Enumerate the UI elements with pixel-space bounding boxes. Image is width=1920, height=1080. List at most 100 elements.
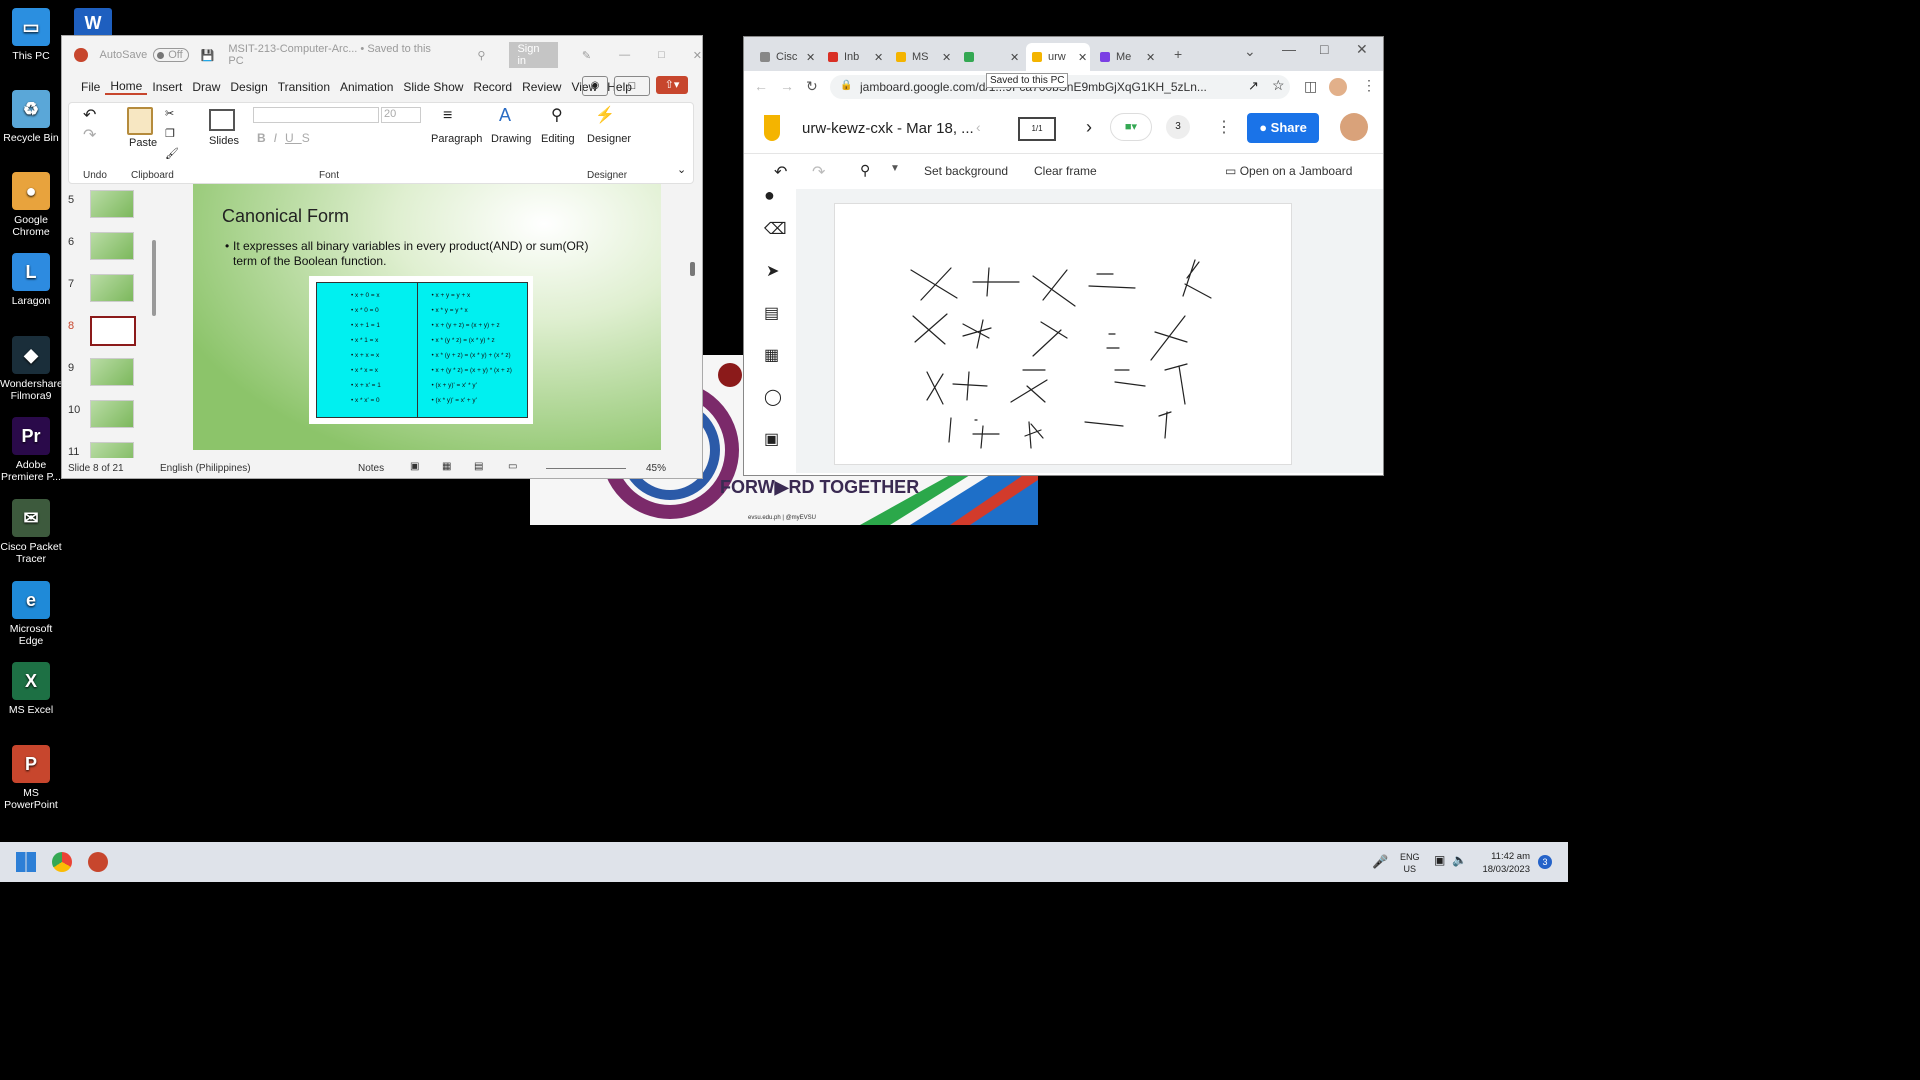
- paragraph-icon[interactable]: ≡: [443, 107, 452, 125]
- undo-icon[interactable]: ↶: [83, 105, 96, 125]
- pen-tool-icon[interactable]: ●: [764, 185, 775, 206]
- desktop-icon[interactable]: Pr Adobe Premiere P...: [0, 417, 62, 483]
- notification-badge[interactable]: 3: [1538, 855, 1552, 869]
- desktop-icon[interactable]: ● Google Chrome: [0, 172, 62, 238]
- zoom-icon[interactable]: ⚲: [860, 162, 870, 179]
- open-jamboard-button[interactable]: ▭ Open on a Jamboard: [1225, 164, 1352, 178]
- ribbon-tab[interactable]: Design: [225, 80, 272, 94]
- paste-icon[interactable]: [127, 107, 153, 135]
- share-button[interactable]: ● Share: [1247, 113, 1319, 143]
- zoom-dropdown-icon[interactable]: ▼: [890, 163, 900, 174]
- desktop-icon[interactable]: P MS PowerPoint: [0, 745, 62, 811]
- chrome-maximize-icon[interactable]: □: [1320, 41, 1328, 57]
- desktop-icon[interactable]: X MS Excel: [0, 662, 62, 716]
- drawing-button[interactable]: Drawing: [491, 133, 531, 145]
- ribbon-tab[interactable]: Insert: [147, 80, 187, 94]
- tab-close-icon[interactable]: ✕: [806, 51, 815, 64]
- record-icon[interactable]: ◉: [582, 76, 608, 96]
- copy-icon[interactable]: ❐: [165, 127, 175, 140]
- select-tool-icon[interactable]: ➤: [766, 261, 779, 281]
- slide-thumbnail[interactable]: [90, 232, 134, 260]
- side-panel-icon[interactable]: ◫: [1304, 78, 1317, 95]
- normal-view-icon[interactable]: ▣: [410, 461, 419, 472]
- format-painter-icon[interactable]: 🖌: [165, 147, 179, 160]
- ribbon-tab[interactable]: Slide Show: [398, 80, 468, 94]
- slide-canvas[interactable]: Canonical Form • It expresses all binary…: [193, 184, 661, 450]
- start-icon[interactable]: [16, 852, 36, 872]
- search-icon[interactable]: ⚲: [477, 49, 485, 62]
- undo-jam-icon[interactable]: ↶: [774, 162, 787, 182]
- desktop-icon[interactable]: L Laragon: [0, 253, 62, 307]
- slide-thumbnail[interactable]: [90, 316, 136, 346]
- file-title[interactable]: MSIT-213-Computer-Arc... • Saved to this…: [228, 43, 441, 67]
- ribbon-tab[interactable]: Review: [517, 80, 566, 94]
- designer-icon[interactable]: ⚡: [595, 105, 615, 125]
- word-desktop-icon[interactable]: W: [74, 8, 112, 38]
- text-box-icon[interactable]: ▣: [764, 429, 779, 449]
- slideshow-view-icon[interactable]: ▭: [508, 461, 517, 472]
- reading-view-icon[interactable]: ▤: [474, 461, 483, 472]
- ribbon-tab[interactable]: Record: [468, 80, 517, 94]
- redo-jam-icon[interactable]: ↷: [812, 162, 825, 182]
- circle-tool-icon[interactable]: ◯: [764, 387, 782, 407]
- designer-button[interactable]: Designer: [587, 133, 631, 145]
- browser-tab[interactable]: MS ✕: [890, 43, 954, 71]
- meet-icon[interactable]: ■▾: [1110, 113, 1152, 141]
- zoom-slider[interactable]: [546, 468, 626, 469]
- chrome-close-icon[interactable]: ✕: [1356, 41, 1368, 58]
- jam-frame[interactable]: [834, 203, 1292, 465]
- participant-count[interactable]: 3: [1166, 115, 1190, 139]
- tab-close-icon[interactable]: ✕: [1146, 51, 1155, 64]
- jam-title[interactable]: urw-kewz-cxk - Mar 18, ...: [802, 120, 974, 137]
- share-page-icon[interactable]: ↗: [1248, 78, 1259, 94]
- ribbon-tab[interactable]: Draw: [187, 80, 225, 94]
- cut-icon[interactable]: ✂: [165, 107, 174, 120]
- frame-bar[interactable]: 1/1: [1018, 117, 1056, 141]
- slide-thumbnail[interactable]: [90, 274, 134, 302]
- tab-close-icon[interactable]: ✕: [874, 51, 883, 64]
- desktop-icon[interactable]: ▭ This PC: [0, 8, 62, 62]
- paragraph-button[interactable]: Paragraph: [431, 133, 482, 145]
- redo-icon[interactable]: ↷: [83, 125, 96, 145]
- editing-icon[interactable]: ⚲: [551, 105, 563, 125]
- ribbon-tab[interactable]: File: [76, 80, 105, 94]
- slide-thumbnail[interactable]: [90, 442, 134, 458]
- desktop-icon[interactable]: e Microsoft Edge: [0, 581, 62, 647]
- font-size-select[interactable]: 20: [381, 107, 421, 123]
- format-buttons[interactable]: BIUS: [257, 131, 318, 145]
- language-indicator[interactable]: ENG US: [1400, 851, 1420, 875]
- sorter-view-icon[interactable]: ▦: [442, 461, 451, 472]
- slide-thumbnail[interactable]: [90, 400, 134, 428]
- rules-table[interactable]: • x + 0 = x • x * 0 = 0 • x + 1 = 1 • x * 1…: [309, 276, 533, 424]
- close-icon[interactable]: ✕: [693, 49, 702, 62]
- tab-close-icon[interactable]: ✕: [1078, 51, 1087, 64]
- reload-icon[interactable]: ↻: [806, 78, 818, 95]
- sign-in-button[interactable]: Sign in: [509, 42, 558, 68]
- tab-close-icon[interactable]: ✕: [1010, 51, 1019, 64]
- next-frame-icon[interactable]: ›: [1086, 117, 1092, 138]
- slide-thumbnail[interactable]: [90, 358, 134, 386]
- sticky-note-icon[interactable]: ▤: [764, 303, 779, 323]
- tab-search-icon[interactable]: ⌄: [1244, 43, 1256, 60]
- zoom-level[interactable]: 45%: [646, 463, 666, 474]
- slides-button[interactable]: Slides: [209, 135, 239, 147]
- font-family-select[interactable]: [253, 107, 379, 123]
- forward-icon[interactable]: →: [780, 78, 794, 94]
- slide-thumbnail[interactable]: [90, 190, 134, 218]
- ribbon-tab[interactable]: Home: [105, 79, 148, 95]
- set-background-button[interactable]: Set background: [924, 164, 1008, 178]
- desktop-icon[interactable]: ♻ Recycle Bin: [0, 90, 62, 144]
- save-icon[interactable]: 💾: [201, 49, 215, 62]
- chrome-minimize-icon[interactable]: —: [1282, 41, 1296, 57]
- drawing-icon[interactable]: A: [499, 105, 511, 126]
- collapse-ribbon-icon[interactable]: ⌄: [677, 163, 686, 176]
- bookmark-star-icon[interactable]: ☆: [1272, 77, 1285, 94]
- slide-title[interactable]: Canonical Form: [222, 206, 349, 227]
- browser-tab[interactable]: ✕: [958, 43, 1022, 71]
- powerpoint-taskbar-icon[interactable]: [88, 852, 108, 872]
- browser-tab[interactable]: Inb ✕: [822, 43, 886, 71]
- slide-bullet[interactable]: • It expresses all binary variables in e…: [225, 239, 613, 269]
- pen-icon[interactable]: ✎: [582, 49, 591, 62]
- share-ppt-button[interactable]: ⇧▾: [656, 76, 688, 94]
- user-avatar[interactable]: [1340, 113, 1368, 141]
